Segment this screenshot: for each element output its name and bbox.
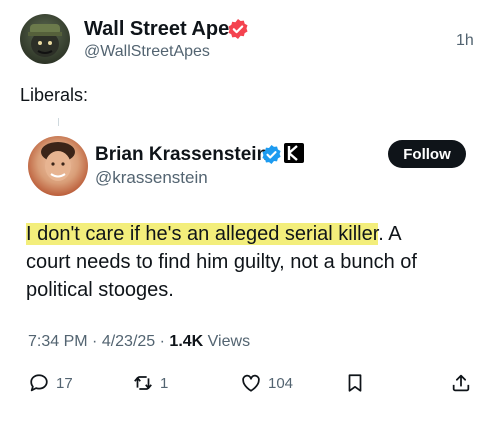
text-line: political stooges.	[26, 279, 174, 301]
post-date[interactable]: 4/23/25	[102, 333, 155, 350]
like-button[interactable]: 104	[240, 370, 293, 396]
reply-count: 17	[56, 374, 73, 392]
views-count: 1.4K	[169, 333, 204, 350]
verified-badge-icon	[262, 144, 281, 165]
repost-icon	[134, 376, 152, 390]
bookmark-icon	[348, 374, 362, 392]
post-time[interactable]: 7:34 PM	[28, 333, 88, 350]
author-avatar[interactable]	[20, 14, 70, 64]
reply-icon	[30, 374, 48, 392]
post-timestamp[interactable]: 1h	[456, 32, 474, 50]
post-meta: 7:34 PM · 4/23/25 · 1.4K Views	[28, 333, 251, 350]
author-handle[interactable]: @WallStreetApes	[84, 43, 210, 61]
share-button[interactable]	[450, 370, 472, 396]
author-name[interactable]: Wall Street Apes	[84, 18, 240, 41]
repost-button[interactable]: 1	[132, 370, 168, 396]
reply-button[interactable]: 17	[28, 370, 73, 396]
divider	[58, 118, 59, 126]
text-line: court needs to find him guilty, not a bu…	[26, 251, 417, 273]
highlighted-text: I don't care if he's an alleged serial k…	[26, 223, 379, 245]
text-fragment: . A	[378, 223, 402, 245]
quoted-post-text: I don't care if he's an alleged serial k…	[26, 220, 486, 304]
post-text: Liberals:	[20, 85, 89, 105]
quoted-author-avatar[interactable]	[28, 136, 88, 196]
quoted-author-name[interactable]: Brian Krassenstein	[95, 144, 268, 166]
bookmark-button[interactable]	[344, 370, 366, 396]
affiliate-k-badge-icon[interactable]	[284, 143, 304, 163]
verified-badge-icon	[228, 19, 248, 39]
quoted-author-handle[interactable]: @krassenstein	[95, 168, 208, 188]
share-icon	[452, 374, 470, 392]
like-icon	[242, 374, 260, 392]
views-label: Views	[207, 333, 251, 350]
repost-count: 1	[160, 374, 169, 392]
like-count: 104	[268, 374, 294, 392]
follow-button[interactable]: Follow	[388, 140, 466, 168]
